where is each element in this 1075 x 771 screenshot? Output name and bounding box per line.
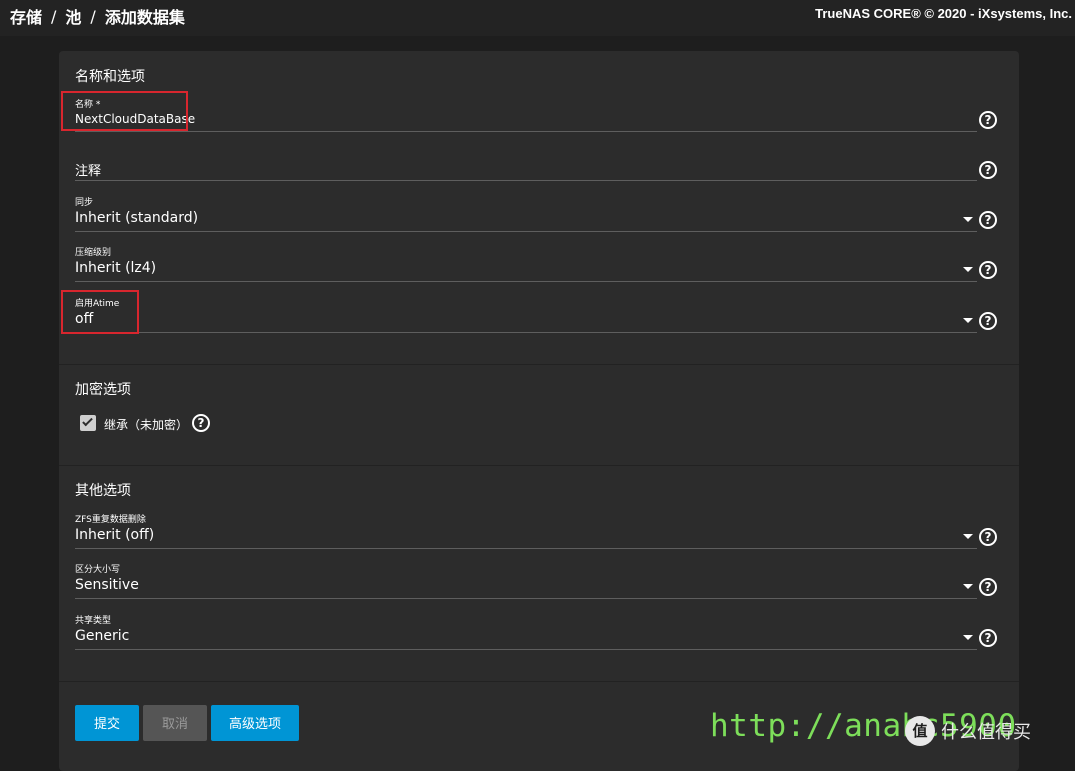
name-field[interactable]: 名称 * NextCloudDataBase — [75, 97, 977, 133]
dropdown-arrow-icon[interactable] — [963, 318, 973, 323]
inherit-encryption-label[interactable]: 继承（未加密） — [104, 416, 188, 433]
share-type-value: Generic — [75, 628, 130, 644]
section-title-encryption: 加密选项 — [75, 382, 131, 398]
dedup-value: Inherit (off) — [75, 527, 155, 543]
submit-button[interactable]: 提交 — [75, 705, 139, 741]
share-type-select[interactable]: 共享类型 Generic — [75, 613, 977, 650]
case-sensitivity-select[interactable]: 区分大小写 Sensitive — [75, 562, 977, 599]
dedup-select[interactable]: ZFS重复数据删除 Inherit (off) — [75, 512, 977, 549]
dropdown-arrow-icon[interactable] — [963, 584, 973, 589]
inherit-encryption-checkbox[interactable] — [80, 415, 96, 431]
site-watermark-logo: 值 什么值得买 — [905, 716, 1031, 746]
breadcrumb: 存储 / 池 / 添加数据集 — [10, 4, 185, 28]
name-underline — [75, 131, 977, 132]
name-input[interactable]: NextCloudDataBase — [75, 112, 195, 126]
case-sensitivity-label: 区分大小写 — [75, 565, 121, 575]
case-sensitivity-underline — [75, 598, 977, 599]
encryption-help-icon[interactable]: ? — [192, 414, 210, 432]
case-sensitivity-help-icon[interactable]: ? — [979, 578, 997, 596]
atime-label: 启用Atime — [75, 299, 120, 309]
dropdown-arrow-icon[interactable] — [963, 267, 973, 272]
breadcrumb-separator: / — [90, 6, 96, 26]
site-name: 什么值得买 — [941, 722, 1031, 743]
dedup-underline — [75, 548, 977, 549]
dedup-help-icon[interactable]: ? — [979, 528, 997, 546]
atime-select[interactable]: 启用Atime off — [75, 296, 977, 333]
add-dataset-form: 名称和选项 名称 * NextCloudDataBase ? 注释 ? 同步 I… — [59, 51, 1019, 771]
name-help-icon[interactable]: ? — [979, 111, 997, 129]
sync-select[interactable]: 同步 Inherit (standard) — [75, 195, 977, 232]
section-title-name-options: 名称和选项 — [75, 69, 145, 85]
section-divider — [59, 465, 1019, 466]
site-logo-icon: 值 — [905, 716, 935, 746]
compression-help-icon[interactable]: ? — [979, 261, 997, 279]
breadcrumb-add-dataset: 添加数据集 — [104, 8, 185, 27]
cancel-button[interactable]: 取消 — [143, 705, 207, 741]
breadcrumb-pools[interactable]: 池 — [65, 4, 81, 28]
dedup-label: ZFS重复数据删除 — [75, 515, 146, 525]
sync-label: 同步 — [75, 198, 94, 208]
copyright-text: TrueNAS CORE® © 2020 - iXsystems, Inc. — [815, 6, 1072, 21]
atime-help-icon[interactable]: ? — [979, 312, 997, 330]
compression-label: 压缩级别 — [75, 248, 112, 258]
sync-value: Inherit (standard) — [75, 210, 199, 226]
atime-value: off — [75, 311, 94, 327]
comments-help-icon[interactable]: ? — [979, 161, 997, 179]
comments-underline — [75, 180, 977, 181]
advanced-options-button[interactable]: 高级选项 — [211, 705, 299, 741]
section-title-other: 其他选项 — [75, 483, 131, 499]
share-type-help-icon[interactable]: ? — [979, 629, 997, 647]
dropdown-arrow-icon[interactable] — [963, 534, 973, 539]
compression-select[interactable]: 压缩级别 Inherit (lz4) — [75, 245, 977, 282]
dropdown-arrow-icon[interactable] — [963, 217, 973, 222]
breadcrumb-storage[interactable]: 存储 — [10, 4, 42, 28]
atime-underline — [75, 332, 977, 333]
comments-field[interactable]: 注释 — [75, 155, 977, 181]
section-divider — [59, 364, 1019, 365]
sync-underline — [75, 231, 977, 232]
share-type-label: 共享类型 — [75, 616, 112, 626]
name-label: 名称 * — [75, 100, 101, 110]
breadcrumb-separator: / — [51, 6, 57, 26]
section-divider — [59, 681, 1019, 682]
top-bar: 存储 / 池 / 添加数据集 TrueNAS CORE® © 2020 - iX… — [0, 0, 1075, 36]
case-sensitivity-value: Sensitive — [75, 577, 139, 593]
comments-label: 注释 — [75, 164, 102, 179]
dropdown-arrow-icon[interactable] — [963, 635, 973, 640]
compression-value: Inherit (lz4) — [75, 260, 157, 276]
compression-underline — [75, 281, 977, 282]
share-type-underline — [75, 649, 977, 650]
sync-help-icon[interactable]: ? — [979, 211, 997, 229]
checkmark-icon — [82, 415, 93, 427]
